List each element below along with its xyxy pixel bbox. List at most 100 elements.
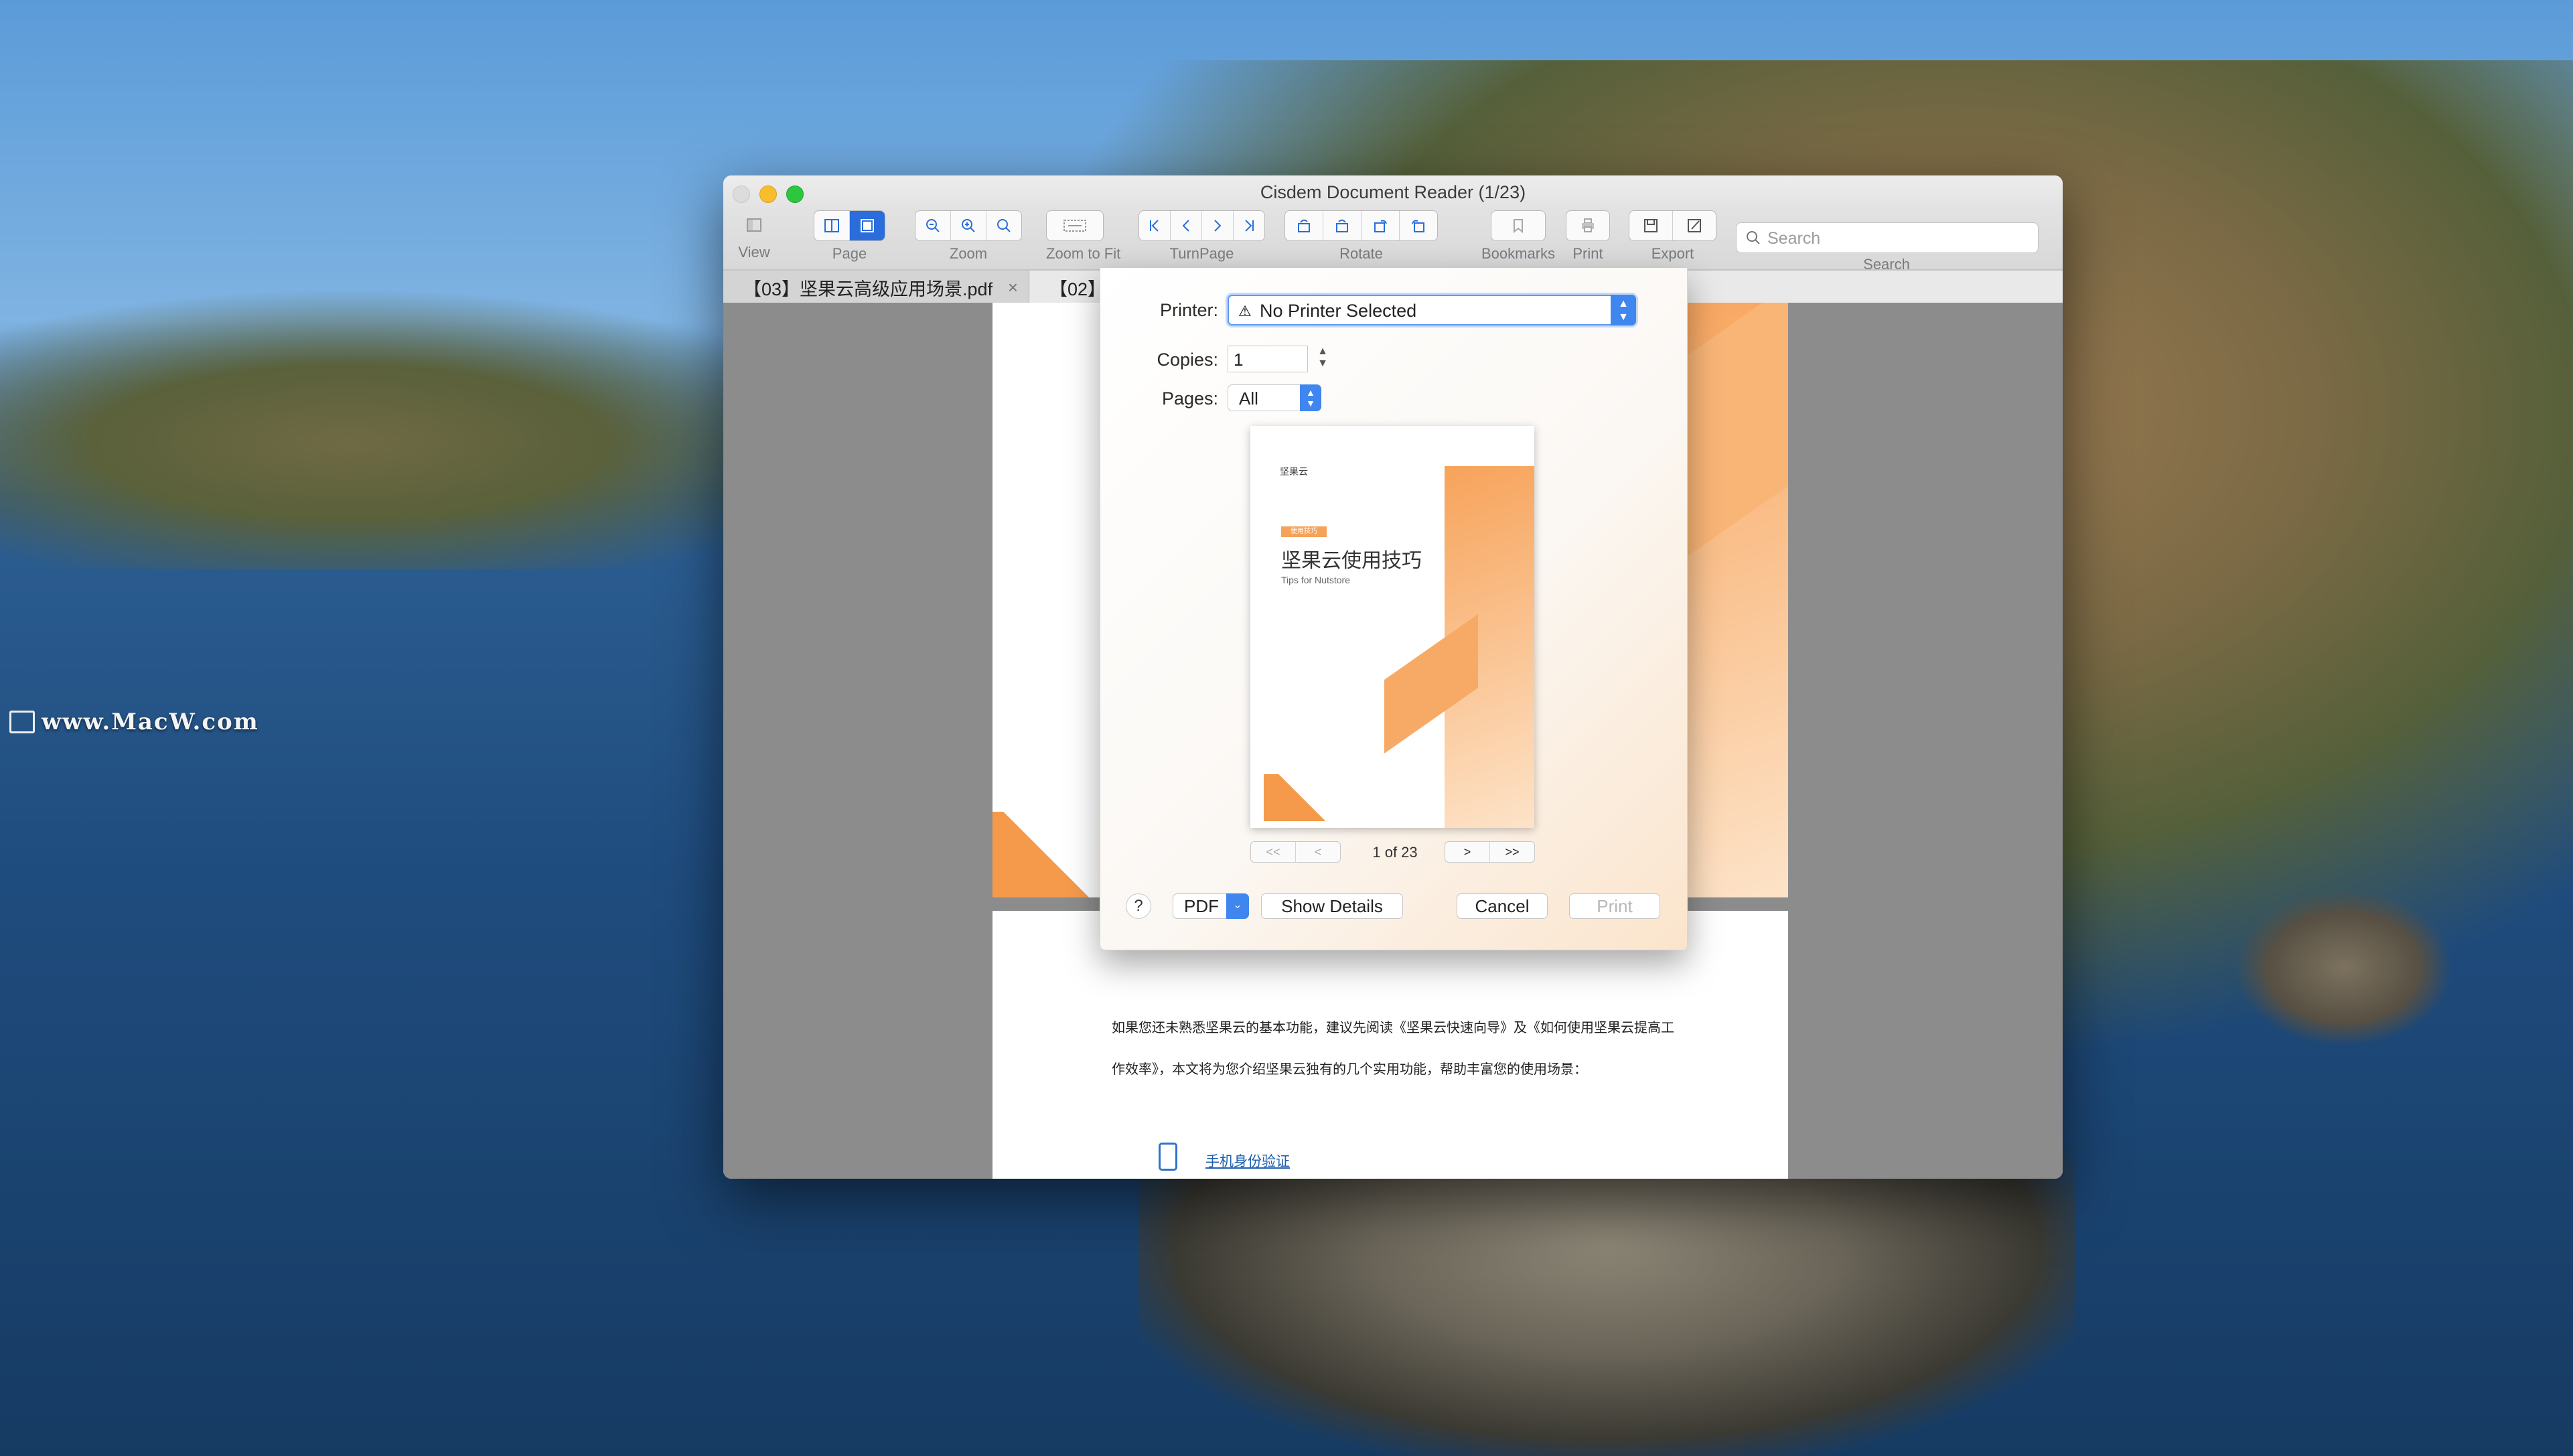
chevron-left-icon [1182, 220, 1189, 232]
rotate-page-left-icon [1374, 220, 1387, 232]
tab-document-03[interactable]: 【03】坚果云高级应用场景.pdf × [723, 271, 1029, 304]
copies-field[interactable]: 1 [1228, 346, 1308, 372]
two-column-icon [824, 219, 839, 232]
next-page-nav-button[interactable]: > [1445, 842, 1490, 862]
copies-label: Copies: [1157, 350, 1218, 370]
save-icon [1644, 219, 1658, 232]
show-details-button[interactable]: Show Details [1261, 893, 1403, 919]
print-group: Print [1566, 210, 1610, 263]
next-page-button[interactable] [1202, 211, 1234, 240]
view-label: View [738, 244, 770, 261]
page-icon [861, 219, 874, 232]
pdf-menu-button[interactable]: PDF ⌄ [1173, 893, 1249, 919]
chevron-down-icon: ⌄ [1226, 893, 1249, 919]
phone-auth-icon [1159, 1143, 1177, 1171]
print-button[interactable]: Print [1569, 893, 1660, 919]
toolbar: View Page Zoom Zoom to Fit TurnPage Rota… [723, 210, 2063, 273]
save-button[interactable] [1629, 211, 1673, 240]
first-page-nav-button[interactable]: << [1251, 842, 1296, 862]
rotate-left-icon [1298, 219, 1310, 232]
search-icon [1747, 231, 1760, 244]
preview-subtitle: Tips for Nutstore [1281, 575, 1350, 585]
preview-nav-forward: > >> [1445, 841, 1535, 863]
title-bar[interactable]: Cisdem Document Reader (1/23) [723, 175, 2063, 210]
edit-icon [1688, 219, 1701, 232]
close-tab-icon[interactable]: × [1008, 277, 1018, 298]
last-page-nav-button[interactable]: >> [1490, 842, 1534, 862]
export-label: Export [1651, 245, 1694, 262]
zoom-to-fit-group: Zoom to Fit [1046, 210, 1120, 263]
zoom-actual-icon [997, 219, 1011, 232]
watermark: www.MacW.com [9, 709, 259, 735]
search-placeholder: Search [1767, 229, 1821, 248]
previous-page-button[interactable] [1171, 211, 1202, 240]
rotate-page-right-button[interactable] [1400, 211, 1437, 240]
pages-label: Pages: [1161, 388, 1218, 409]
previous-page-nav-button[interactable]: < [1296, 842, 1340, 862]
sidebar-icon [747, 218, 761, 232]
zoom-label: Zoom [949, 245, 988, 262]
edit-export-button[interactable] [1673, 211, 1716, 240]
actual-size-button[interactable] [986, 211, 1021, 240]
single-page-button[interactable] [814, 211, 850, 240]
help-button[interactable]: ? [1126, 893, 1151, 919]
fit-width-icon [1063, 220, 1086, 232]
phone-auth-link[interactable]: 手机身份验证 [1205, 1151, 1290, 1171]
zoom-out-icon [926, 219, 940, 232]
rotate-label: Rotate [1339, 245, 1383, 262]
printer-label: Printer: [1159, 300, 1218, 320]
page-group: Page [814, 210, 885, 263]
printer-select[interactable]: ⚠ No Printer Selected ▲ ▼ [1228, 295, 1636, 325]
updown-arrows-icon: ▲ ▼ [1300, 384, 1321, 411]
pages-value: All [1239, 388, 1258, 409]
cancel-button[interactable]: Cancel [1457, 893, 1548, 919]
zoom-in-button[interactable] [951, 211, 986, 240]
rotate-left-button[interactable] [1285, 211, 1323, 240]
print-dialog: Printer: ⚠ No Printer Selected ▲ ▼ Copies… [1100, 268, 1688, 950]
print-toolbar-button[interactable] [1566, 211, 1609, 240]
rotate-right-icon [1336, 219, 1348, 232]
warning-icon: ⚠ [1238, 303, 1252, 319]
rotate-group: Rotate [1284, 210, 1438, 263]
preview-badge: 使用技巧 [1281, 526, 1327, 537]
preview-logo: 坚果云 [1280, 466, 1308, 477]
search-input[interactable]: Search [1736, 222, 2039, 253]
chevron-right-icon [1214, 220, 1222, 232]
printer-icon [1582, 218, 1594, 232]
copies-value: 1 [1234, 350, 1244, 370]
last-page-icon [1245, 220, 1254, 232]
paragraph-line-1: 如果您还未熟悉坚果云的基本功能，建议先阅读《坚果云快速向导》及《如何使用坚果云提… [1112, 1021, 1674, 1035]
page-counter: 1 of 23 [1372, 844, 1418, 861]
turnpage-label: TurnPage [1169, 245, 1234, 262]
last-page-button[interactable] [1234, 211, 1264, 240]
zoom-in-icon [962, 219, 975, 232]
print-preview: 坚果云 使用技巧 坚果云使用技巧 Tips for Nutstore [1250, 426, 1534, 828]
view-sidebar-button[interactable] [737, 210, 771, 240]
rotate-page-left-button[interactable] [1362, 211, 1400, 240]
first-page-icon [1150, 220, 1159, 232]
turnpage-group: TurnPage [1138, 210, 1265, 263]
updown-arrows-icon: ▲ ▼ [1611, 295, 1636, 325]
continuous-page-button[interactable] [850, 211, 885, 240]
paragraph-line-2: 作效率》，本文将为您介绍坚果云独有的几个实用功能，帮助丰富您的使用场景： [1112, 1062, 1587, 1077]
zoom-out-button[interactable] [915, 211, 951, 240]
zoom-group: Zoom [915, 210, 1022, 263]
printer-value: No Printer Selected [1260, 301, 1417, 321]
pdf-label: PDF [1184, 896, 1219, 916]
bookmark-button[interactable] [1491, 211, 1545, 240]
view-group: View [737, 210, 771, 261]
bookmarks-label: Bookmarks [1481, 245, 1556, 262]
print-label: Print [1572, 245, 1603, 262]
bookmarks-group: Bookmarks [1481, 210, 1555, 263]
watermark-icon [9, 711, 35, 733]
document-page-2: 如果您还未熟悉坚果云的基本功能，建议先阅读《坚果云快速向导》及《如何使用坚果云提… [993, 911, 1788, 1179]
zoom-to-fit-button[interactable] [1047, 211, 1103, 240]
preview-art-bottom [1264, 774, 1371, 821]
bookmark-icon [1514, 219, 1524, 234]
pages-select[interactable]: All ▲ ▼ [1228, 384, 1321, 411]
rotate-right-button[interactable] [1323, 211, 1362, 240]
preview-nav-back: << < [1250, 841, 1341, 863]
watermark-text: www.MacW.com [42, 709, 259, 735]
copies-stepper[interactable]: ▲ ▼ [1316, 346, 1329, 372]
first-page-button[interactable] [1139, 211, 1171, 240]
